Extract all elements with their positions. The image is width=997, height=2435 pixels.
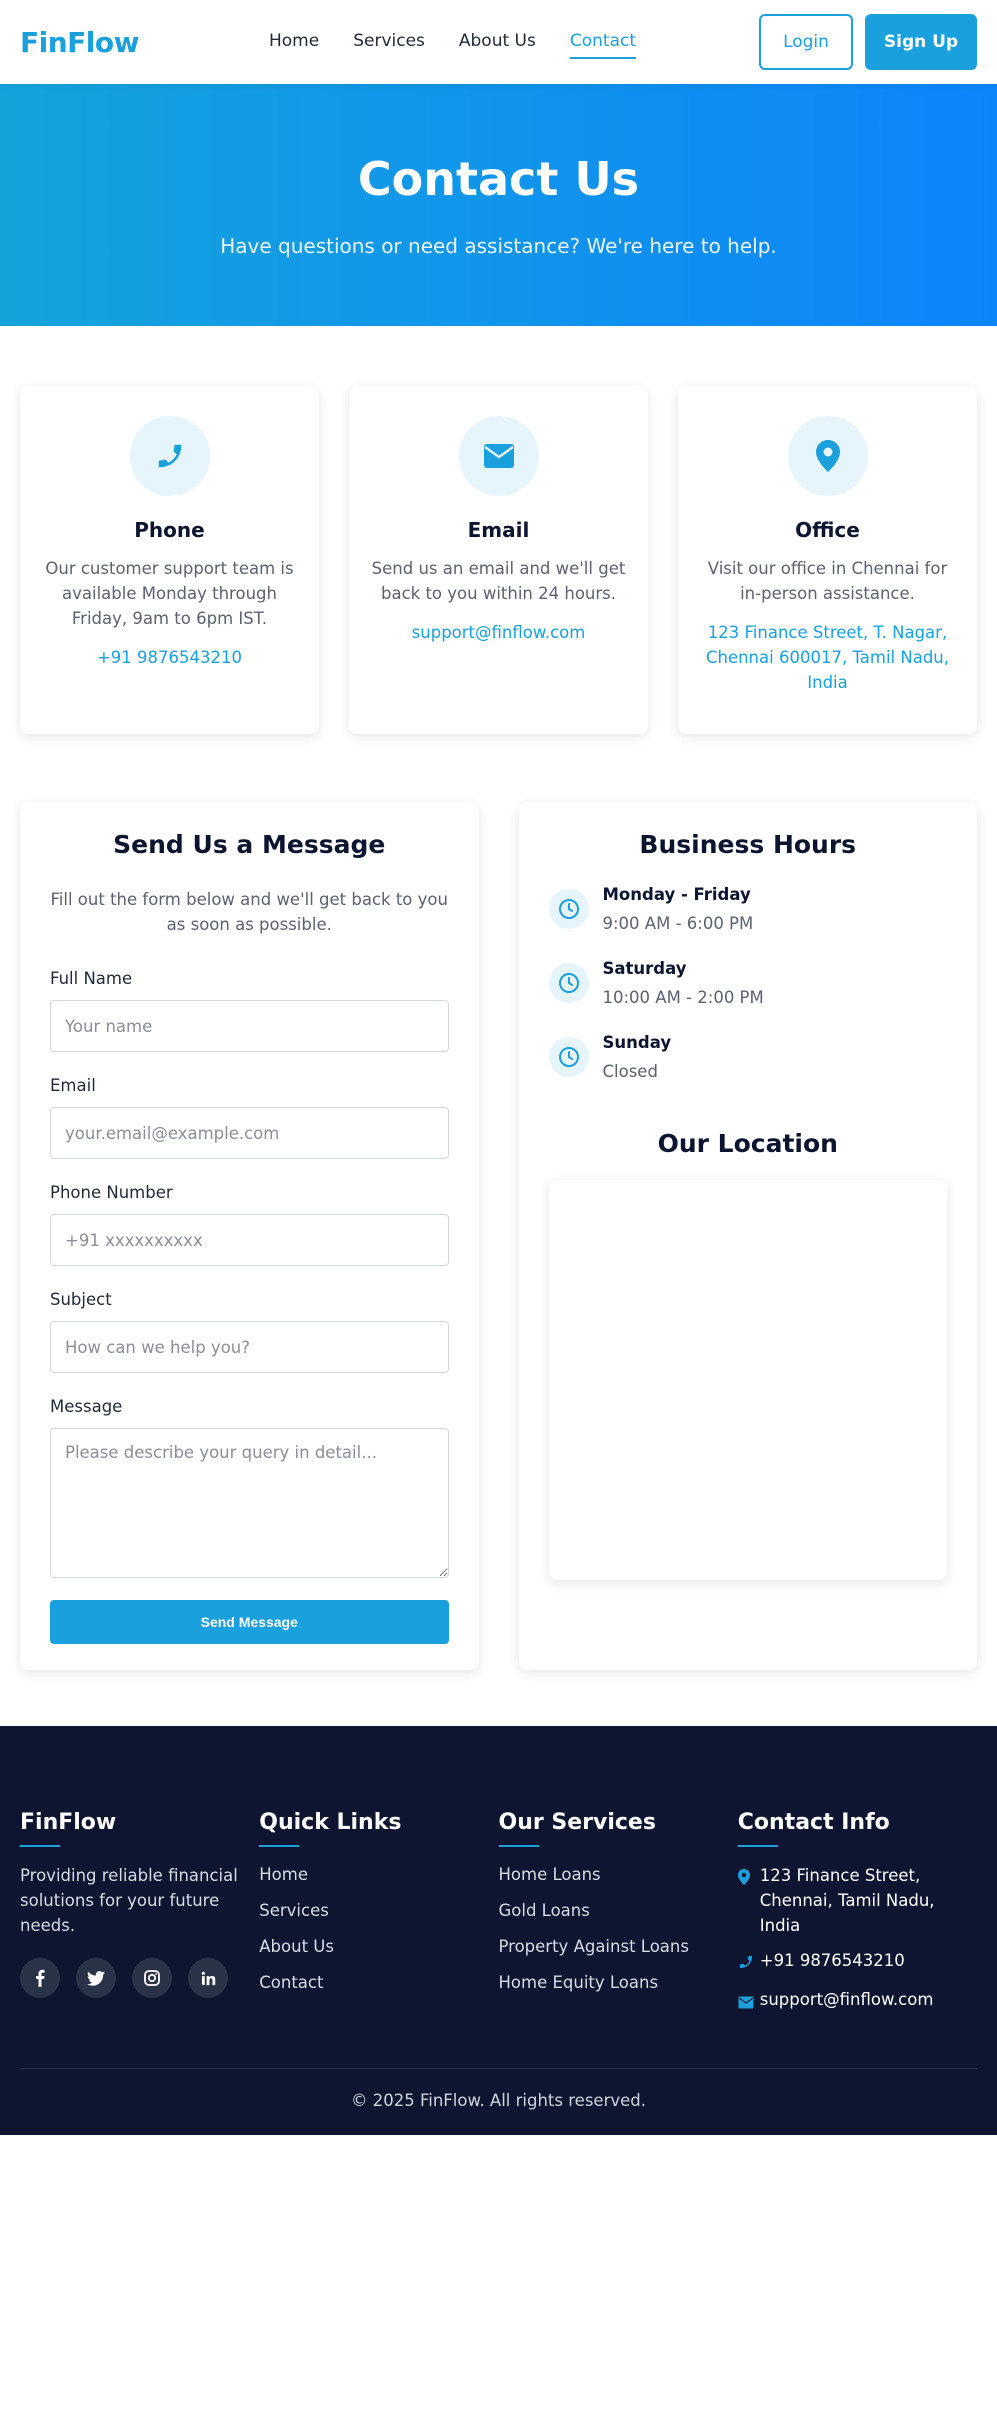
hours-time: 10:00 AM - 2:00 PM — [602, 988, 764, 1007]
contact-cards: Phone Our customer support team is avail… — [0, 386, 997, 734]
card-text: Send us an email and we'll get back to y… — [371, 559, 626, 603]
nav-link-home[interactable]: Home — [269, 25, 319, 59]
footer-divider-accent — [20, 1845, 60, 1847]
contact-card-phone: Phone Our customer support team is avail… — [20, 386, 319, 734]
footer-divider-accent — [259, 1845, 300, 1847]
clock-icon — [548, 963, 589, 1003]
clock-icon — [548, 1037, 589, 1077]
footer-address: 123 Finance Street, Chennai, Tamil Nadu,… — [737, 1863, 977, 1938]
envelope-icon — [458, 416, 539, 496]
send-message-button[interactable]: Send Message — [50, 1600, 449, 1644]
hours-time: Closed — [602, 1062, 658, 1081]
hours-row: Monday - Friday 9:00 AM - 6:00 PM — [548, 885, 948, 933]
form-subtitle: Fill out the form below and we'll get ba… — [50, 890, 448, 934]
footer-link-property-loans[interactable]: Property Against Loans — [499, 1935, 738, 1959]
footer-phone-text[interactable]: +91 9876543210 — [760, 1948, 905, 1973]
email-link[interactable]: support@finflow.com — [412, 620, 586, 645]
form-title: Send Us a Message — [113, 830, 386, 859]
footer-quick-links-column: Quick Links Home Services About Us Conta… — [259, 1810, 498, 2026]
copyright-text: © 2025 FinFlow. All rights reserved. — [350, 2091, 646, 2110]
nav-link-contact[interactable]: Contact — [569, 25, 636, 59]
main-nav: Home Services About Us Contact — [269, 25, 670, 59]
footer-brand-column: FinFlow Providing reliable financial sol… — [20, 1810, 259, 2026]
facebook-icon[interactable] — [20, 1958, 60, 1998]
hours-day: Monday - Friday — [602, 885, 751, 904]
contact-card-email: Email Send us an email and we'll get bac… — [349, 386, 648, 734]
message-textarea[interactable] — [50, 1428, 449, 1578]
social-links — [20, 1958, 259, 1998]
email-label: Email — [50, 1076, 96, 1095]
footer-email: support@finflow.com — [738, 1987, 977, 2016]
footer-brand-desc: Providing reliable financial solutions f… — [20, 1866, 238, 1935]
brand-logo[interactable]: FinFlow — [20, 26, 140, 59]
site-header: FinFlow Home Services About Us Contact L… — [0, 0, 997, 84]
phone-icon — [129, 416, 210, 496]
instagram-icon[interactable] — [132, 1958, 172, 1998]
hours-day: Sunday — [602, 1033, 672, 1052]
clock-icon — [548, 889, 589, 929]
subject-input[interactable] — [50, 1321, 449, 1373]
footer-email-text[interactable]: support@finflow.com — [760, 1987, 934, 2012]
signup-button[interactable]: Sign Up — [865, 14, 977, 70]
nav-link-about[interactable]: About Us — [459, 25, 536, 59]
header-actions: Login Sign Up — [759, 14, 977, 70]
email-input[interactable] — [50, 1107, 449, 1159]
hours-row: Sunday Closed — [548, 1033, 948, 1081]
footer-link-gold-loans[interactable]: Gold Loans — [499, 1899, 738, 1923]
location-pin-icon — [787, 416, 868, 496]
phone-link[interactable]: +91 9876543210 — [97, 645, 242, 670]
location-pin-icon — [737, 1867, 760, 1892]
phone-icon — [738, 1952, 760, 1977]
business-hours-panel: Business Hours Monday - Friday 9:00 AM -… — [518, 802, 977, 1670]
hours-day: Saturday — [602, 959, 687, 978]
location-title: Our Location — [657, 1129, 838, 1158]
subject-label: Subject — [50, 1290, 112, 1309]
office-address-link[interactable]: 123 Finance Street, T. Nagar, Chennai 60… — [700, 620, 955, 695]
footer-contact-column: Contact Info 123 Finance Street, Chennai… — [737, 1810, 977, 2026]
phone-input[interactable] — [50, 1214, 449, 1266]
page-title: Contact Us — [357, 152, 640, 206]
hours-time: 9:00 AM - 6:00 PM — [602, 914, 754, 933]
footer-link-services[interactable]: Services — [259, 1899, 498, 1923]
footer-divider-accent — [498, 1845, 539, 1847]
contact-info-title: Contact Info — [737, 1810, 890, 1835]
footer-link-about[interactable]: About Us — [259, 1935, 498, 1959]
footer-divider — [20, 2068, 977, 2069]
form-and-hours: Send Us a Message Fill out the form belo… — [0, 802, 997, 1670]
twitter-icon[interactable] — [76, 1958, 116, 1998]
login-button[interactable]: Login — [759, 14, 853, 70]
hero-banner: Contact Us Have questions or need assist… — [0, 84, 997, 326]
footer-phone: +91 9876543210 — [738, 1948, 977, 1977]
site-footer: FinFlow Providing reliable financial sol… — [0, 1726, 997, 2135]
card-text: Our customer support team is available M… — [45, 559, 294, 628]
services-title: Our Services — [498, 1810, 656, 1835]
card-title: Phone — [134, 518, 205, 542]
footer-divider-accent — [737, 1845, 778, 1847]
full-name-label: Full Name — [50, 969, 133, 988]
card-text: Visit our office in Chennai for in-perso… — [707, 559, 948, 603]
footer-address-text: 123 Finance Street, Chennai, Tamil Nadu,… — [759, 1866, 935, 1935]
footer-link-home-equity-loans[interactable]: Home Equity Loans — [499, 1971, 738, 1995]
contact-form-panel: Send Us a Message Fill out the form belo… — [20, 802, 479, 1670]
message-label: Message — [50, 1397, 123, 1416]
footer-link-home[interactable]: Home — [259, 1863, 498, 1887]
hours-row: Saturday 10:00 AM - 2:00 PM — [548, 959, 948, 1007]
quick-links-title: Quick Links — [259, 1810, 402, 1835]
envelope-icon — [738, 1991, 760, 2016]
footer-link-contact[interactable]: Contact — [259, 1971, 498, 1995]
footer-brand-title: FinFlow — [20, 1810, 117, 1835]
footer-link-home-loans[interactable]: Home Loans — [499, 1863, 738, 1887]
linkedin-icon[interactable] — [188, 1958, 228, 1998]
page-subtitle: Have questions or need assistance? We're… — [220, 234, 777, 258]
footer-columns: FinFlow Providing reliable financial sol… — [20, 1810, 977, 2026]
contact-card-office: Office Visit our office in Chennai for i… — [678, 386, 977, 734]
footer-services-column: Our Services Home Loans Gold Loans Prope… — [498, 1810, 738, 2026]
location-map[interactable] — [548, 1180, 947, 1580]
phone-label: Phone Number — [50, 1183, 173, 1202]
card-title: Email — [467, 518, 530, 542]
card-title: Office — [795, 518, 860, 542]
hours-title: Business Hours — [639, 830, 857, 859]
nav-link-services[interactable]: Services — [353, 25, 425, 59]
full-name-input[interactable] — [50, 1000, 449, 1052]
